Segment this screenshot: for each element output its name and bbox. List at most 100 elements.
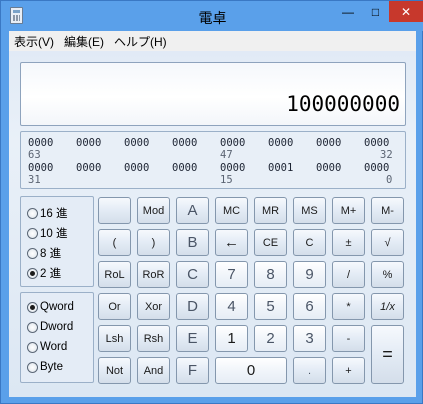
rotate-right-key[interactable]: RoR [137,261,170,288]
digit-8-key[interactable]: 8 [254,261,287,288]
radio-word[interactable]: Word [27,339,67,355]
title-bar[interactable]: 電卓 — □ ✕ [1,1,423,31]
radio-label: Byte [40,361,64,373]
result-display: 100000000 [20,62,406,126]
bit-group[interactable]: 0000 [124,162,149,174]
digit-9-key[interactable]: 9 [293,261,326,288]
not-key[interactable]: Not [98,357,131,384]
hex-c-key[interactable]: C [176,261,209,288]
percent-key[interactable]: % [371,261,404,288]
rotate-left-key[interactable]: RoL [98,261,131,288]
multiply-key[interactable]: * [332,293,365,320]
mod-key[interactable]: Mod [137,197,170,224]
digit-7-key[interactable]: 7 [215,261,248,288]
decimal-key[interactable]: . [293,357,326,384]
radio-label: Word [40,341,68,353]
or-key[interactable]: Or [98,293,131,320]
display-value: 100000000 [286,92,400,116]
divide-key[interactable]: / [332,261,365,288]
hex-f-key[interactable]: F [176,357,209,384]
add-key[interactable]: + [332,357,365,384]
calculator-window: 電卓 — □ ✕ 表示(V) 編集(E) ヘルプ(H) 100000000 00… [0,0,423,404]
sqrt-key[interactable]: √ [371,229,404,256]
digit-5-key[interactable]: 5 [254,293,287,320]
radio-qword[interactable]: Qword [27,299,74,315]
radio-label: 8 進 [40,248,62,260]
hex-d-key[interactable]: D [176,293,209,320]
bit-position-label: 47 [220,149,233,161]
backspace-key[interactable]: ← [215,229,248,256]
menu-bar: 表示(V) 編集(E) ヘルプ(H) [9,31,416,51]
digit-2-key[interactable]: 2 [254,325,287,352]
word-size-group: Qword Dword Word Byte [20,292,94,383]
radio-bin[interactable]: 2 進 [27,265,61,281]
memory-subtract-key[interactable]: M- [371,197,404,224]
bit-group[interactable]: 0000 [172,137,197,149]
radio-dot-icon [27,321,38,333]
right-shift-key[interactable]: Rsh [137,325,170,352]
memory-recall-key[interactable]: MR [254,197,287,224]
subtract-key[interactable]: - [332,325,365,352]
radio-oct[interactable]: 8 進 [27,245,61,261]
xor-key[interactable]: Xor [137,293,170,320]
bit-group[interactable]: 0000 [316,137,341,149]
bit-group[interactable]: 0000 [364,162,389,174]
and-key[interactable]: And [137,357,170,384]
clear-key[interactable]: C [293,229,326,256]
menu-view[interactable]: 表示(V) [9,33,59,50]
hex-e-key[interactable]: E [176,325,209,352]
radio-dword[interactable]: Dword [27,319,73,335]
bit-group[interactable]: 0000 [316,162,341,174]
radio-label: 16 進 [40,208,68,220]
digit-6-key[interactable]: 6 [293,293,326,320]
reciprocal-key[interactable]: 1/x [371,293,404,320]
digit-4-key[interactable]: 4 [215,293,248,320]
radio-label: Dword [40,321,74,333]
bit-position-label: 63 [28,149,41,161]
bit-group[interactable]: 0000 [28,162,53,174]
radio-dot-checked-icon [27,267,38,279]
close-button[interactable]: ✕ [389,1,423,22]
digit-1-key[interactable]: 1 [215,325,248,352]
bit-position-label: 15 [220,174,233,186]
bit-group[interactable]: 0000 [76,137,101,149]
maximize-button[interactable]: □ [362,1,389,22]
minimize-button[interactable]: — [334,1,362,22]
bit-group[interactable]: 0000 [220,162,245,174]
clear-entry-key[interactable]: CE [254,229,287,256]
radio-dot-icon [27,247,38,259]
bit-group[interactable]: 0000 [172,162,197,174]
left-shift-key[interactable]: Lsh [98,325,131,352]
radio-dot-icon [27,341,38,353]
bit-display: 0000 0000 0000 0000 0000 0000 0000 0000 … [20,131,406,189]
open-paren-key[interactable]: ( [98,229,131,256]
radio-dec[interactable]: 10 進 [27,225,68,241]
close-paren-key[interactable]: ) [137,229,170,256]
equals-key[interactable]: = [371,325,404,384]
bit-position-label: 31 [28,174,41,186]
bit-group[interactable]: 0000 [220,137,245,149]
bit-group[interactable]: 0000 [76,162,101,174]
menu-edit[interactable]: 編集(E) [59,33,109,50]
menu-help[interactable]: ヘルプ(H) [109,33,172,50]
blank-key[interactable] [98,197,131,224]
bit-group[interactable]: 0000 [268,137,293,149]
bit-group[interactable]: 0000 [28,137,53,149]
digit-3-key[interactable]: 3 [293,325,326,352]
digit-0-key[interactable]: 0 [215,357,287,384]
negate-key[interactable]: ± [332,229,365,256]
bit-position-label: 0 [386,174,393,186]
radio-hex[interactable]: 16 進 [27,205,68,221]
memory-clear-key[interactable]: MC [215,197,248,224]
bit-group[interactable]: 0001 [268,162,293,174]
memory-store-key[interactable]: MS [293,197,326,224]
bit-group[interactable]: 0000 [124,137,149,149]
radio-label: 2 進 [40,268,62,280]
hex-a-key[interactable]: A [176,197,209,224]
hex-b-key[interactable]: B [176,229,209,256]
bit-group[interactable]: 0000 [364,137,389,149]
memory-add-key[interactable]: M+ [332,197,365,224]
radio-dot-checked-icon [27,301,38,313]
radio-byte[interactable]: Byte [27,359,63,375]
radio-dot-icon [27,207,38,219]
